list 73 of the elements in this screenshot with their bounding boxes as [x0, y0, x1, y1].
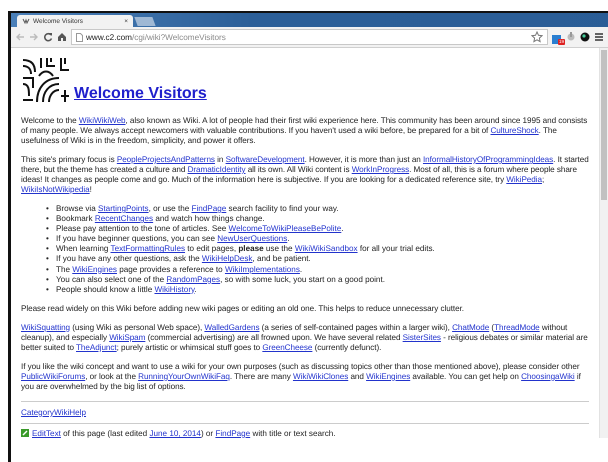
wiki-link[interactable]: ChatMode — [452, 322, 490, 332]
list-item: Browse via StartingPoints, or use the FindPage search facility to find your way. — [56, 204, 339, 214]
bullet: • — [46, 254, 50, 265]
menu-icon[interactable] — [594, 32, 604, 42]
wiki-link[interactable]: WikiPedia — [506, 175, 542, 184]
wiki-link[interactable]: WikiHelpDesk — [202, 254, 252, 264]
wiki-link[interactable]: TheAdjunct — [76, 342, 117, 352]
bullet: • — [46, 284, 50, 295]
wiki-link[interactable]: WorkInProgress — [352, 165, 410, 174]
wiki-link[interactable]: WelcomeToWikiPleaseBePolite — [228, 224, 342, 234]
wiki-link[interactable]: GreenCheese — [262, 342, 312, 352]
wiki-link[interactable]: WikiEngines — [366, 372, 410, 381]
wiki-link[interactable]: RunningYourOwnWikiFaq — [138, 372, 230, 381]
paragraph: If you like the wiki concept and want to use a wiki for your own purposes (such as discussing topics other than those mentioned above), please consider other PublicWikiForums, or look at the RunningYourOwnWikiFaq. There are many WikiWikiClones and WikiEngines available. You can get help on ChoosingaWiki if you are overwhelmed by the big list of options. — [21, 362, 582, 392]
extension-icon[interactable] — [580, 32, 590, 42]
wiki-link[interactable]: RandomPages — [166, 274, 220, 284]
home-icon[interactable] — [57, 32, 67, 42]
category-link[interactable]: CategoryWikiHelp — [21, 408, 86, 417]
address-bar[interactable]: www.c2.com/cgi/wiki?WelcomeVisitors — [71, 29, 548, 45]
wiki-link[interactable]: WikiWikiSandbox — [294, 244, 358, 254]
list-item: When learning TextFormattingRules to edit pages, please use the WikiWikiSandbox for all your trial edits. — [56, 244, 435, 254]
paragraph: WikiSquatting (using Wiki as personal Web space), WalledGardens (a series of self-contained pages within a larger wiki), ChatMode (ThreadMode without cleanup), and especially WikiSpam (commercial advertising) are all frowned upon. We have several related SisterSites - religious debates or similar material are better suited to TheAdjunct; purely artistic or whimsical stuff goes to GreenCheese (currently defunct). — [21, 322, 589, 353]
wiki-link[interactable]: WikiHistory — [154, 284, 194, 294]
list-item: If you have beginner questions, you can see NewUserQuestions. — [56, 234, 290, 244]
list-item: The WikiEngines page provides a reference to WikiImplementations. — [56, 264, 302, 275]
wiki-link[interactable]: InformalHistoryOfProgrammingIdeas — [422, 155, 554, 164]
paragraph: Please read widely on this Wiki before adding new wiki pages or editing an old one. This helps to reduce unnecessary clutter. — [21, 304, 465, 314]
bullet: • — [46, 244, 50, 254]
wiki-link[interactable]: CultureShock — [490, 126, 539, 135]
wiki-link[interactable]: EditText — [32, 428, 61, 438]
url-text: www.c2.com/cgi/wiki?WelcomeVisitors — [86, 32, 227, 42]
wiki-link[interactable]: FindPage — [215, 428, 250, 438]
bullet: • — [46, 214, 50, 224]
wiki-link[interactable]: DramaticIdentity — [188, 165, 246, 174]
wiki-link[interactable]: PublicWikiForums — [21, 372, 86, 381]
wiki-link[interactable]: TextFormattingRules — [110, 244, 186, 254]
wiki-link[interactable]: PeopleProjectsAndPatterns — [116, 155, 215, 164]
bullet: • — [46, 264, 50, 275]
wiki-link[interactable]: WikiImplementations — [224, 264, 300, 274]
bullet: • — [46, 224, 50, 234]
page-icon — [76, 32, 83, 42]
wiki-link[interactable]: WikiWikiClones — [292, 372, 348, 381]
wiki-link[interactable]: WikiIsNotWikipedia — [21, 185, 90, 194]
paragraph: This site's primary focus is PeopleProjectsAndPatterns in SoftwareDevelopment. However, it is more than just an InformalHistoryOfProgrammingIdeas. It started there, but the theme has created a culture and DramaticIdentity all its own. All Wiki content is WorkInProgress. Most of all, this is a forum where people share ideas! It changes as people come and go. Much of the information here is subjective. If you are looking for a dedicated reference site, try WikiPedia; WikiIsNotWikipedia! — [21, 155, 589, 195]
wiki-link[interactable]: FindPage — [192, 204, 226, 213]
wiki-link[interactable]: RecentChanges — [94, 214, 154, 224]
footer-text: EditText of this page (last edited June 10, 2014) or FindPage with title or text search. — [32, 428, 336, 438]
list-item: If you have any other questions, ask the WikiHelpDesk, and be patient. — [56, 254, 311, 265]
bullet: • — [46, 204, 50, 214]
wiki-link[interactable]: WikiWikiWeb — [78, 116, 126, 125]
wiki-link[interactable]: WikiEngines — [72, 264, 117, 274]
page-title-link[interactable]: Welcome Visitors — [74, 85, 207, 102]
wiki-link[interactable]: WikiSpam — [109, 332, 146, 342]
wiki-link[interactable]: NewUserQuestions — [217, 234, 288, 244]
bullet: • — [46, 234, 50, 244]
wiki-link[interactable]: StartingPoints — [98, 204, 149, 213]
list-item: People should know a little WikiHistory. — [56, 284, 197, 295]
wiki-link[interactable]: SisterSites — [402, 332, 441, 342]
star-icon[interactable] — [531, 31, 543, 43]
bullet: • — [46, 274, 50, 285]
reload-icon[interactable] — [43, 32, 53, 42]
list-item: Please pay attention to the tone of articles. See WelcomeToWikiPleaseBePolite. — [56, 224, 344, 234]
new-tab-button[interactable] — [134, 17, 156, 26]
wiki-link[interactable]: ChoosingaWiki — [521, 372, 575, 381]
list-item: Bookmark RecentChanges and watch how things change. — [56, 214, 265, 224]
wiki-link[interactable]: WalledGardens — [204, 322, 260, 332]
edit-icon — [21, 429, 29, 438]
paragraph: Welcome to the WikiWikiWeb, also known as Wiki. A lot of people had their first wiki experience here. This community has been around since 1995 and consists of many people. We always accept newcomers with valuable contributions. If you haven't used a wiki before, be prepared for a bit of CultureShock. The usefulness of Wiki is in the freedom, simplicity, and power it offers. — [21, 116, 588, 146]
list-item: You can also select one of the RandomPages, so with some luck, you start on a good point. — [56, 274, 385, 285]
wiki-link[interactable]: WikiSquatting — [21, 322, 70, 332]
wiki-link[interactable]: ThreadMode — [494, 322, 540, 332]
wiki-link[interactable]: SoftwareDevelopment — [226, 155, 305, 164]
wiki-link[interactable]: June 10, 2014 — [149, 428, 201, 438]
